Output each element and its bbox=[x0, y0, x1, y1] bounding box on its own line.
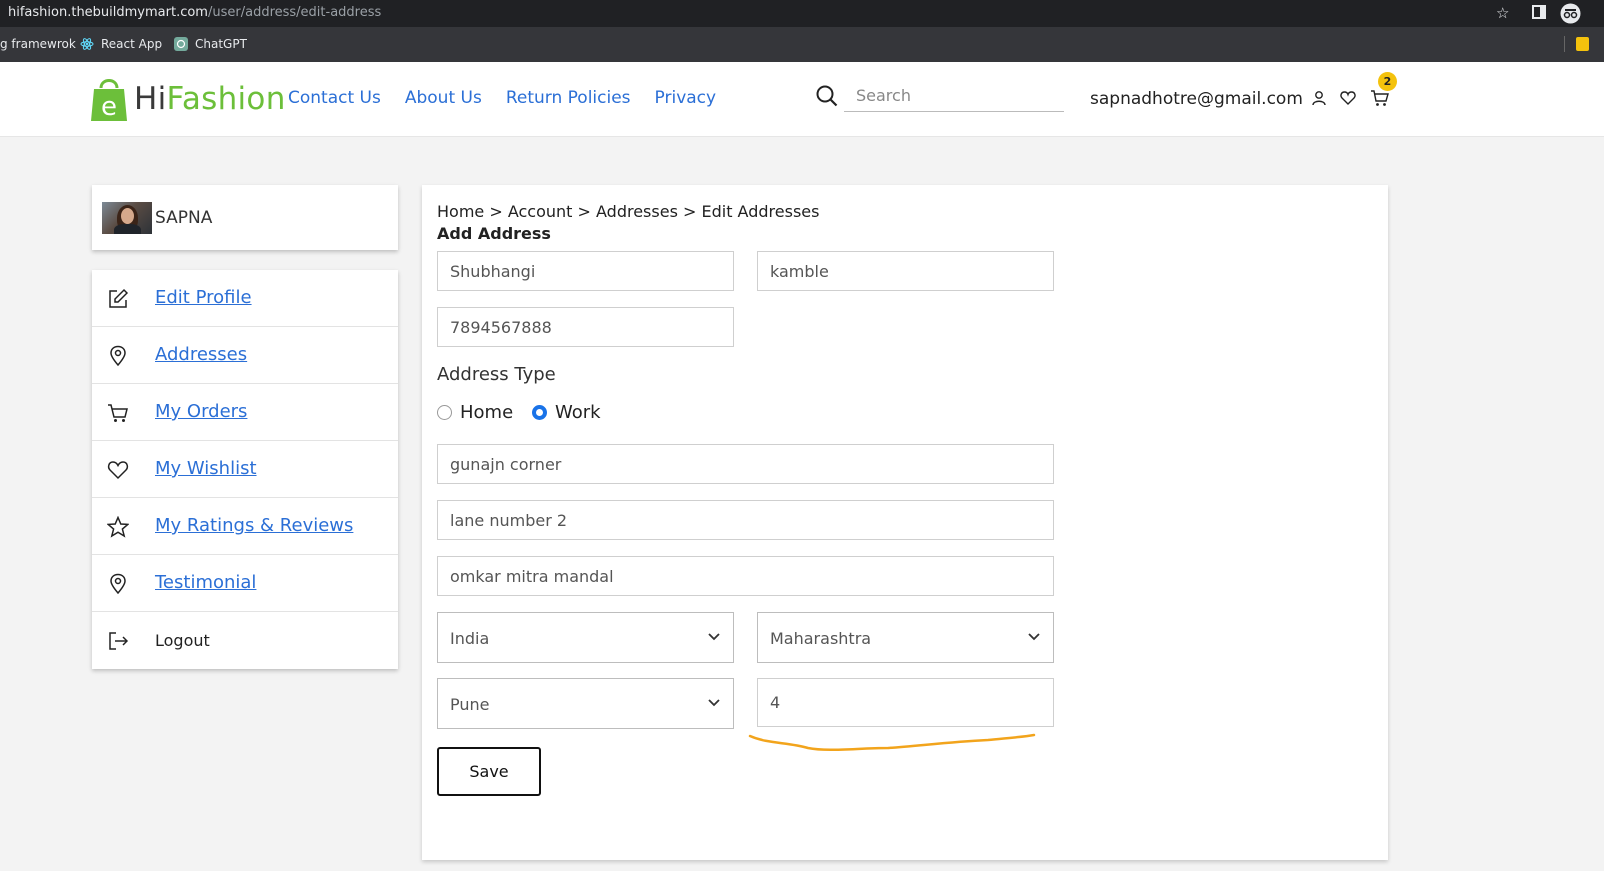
search-bar bbox=[816, 80, 1064, 112]
user-email[interactable]: sapnadhotre@gmail.com bbox=[1090, 89, 1303, 109]
last-name-field[interactable] bbox=[757, 251, 1054, 291]
nav-return-policies[interactable]: Return Policies bbox=[506, 88, 631, 108]
sidebar-item-label[interactable]: Edit Profile bbox=[155, 287, 252, 308]
sidebar-item-label[interactable]: Logout bbox=[155, 631, 210, 650]
cart-icon bbox=[108, 404, 128, 422]
user-profile-card: SAPNA bbox=[92, 185, 398, 250]
nav-about-us[interactable]: About Us bbox=[405, 88, 482, 108]
main-nav: Contact Us About Us Return Policies Priv… bbox=[288, 88, 716, 108]
search-input[interactable] bbox=[844, 80, 1064, 112]
svg-text:e: e bbox=[101, 92, 117, 122]
side-panel-icon[interactable] bbox=[1532, 5, 1546, 23]
nav-privacy[interactable]: Privacy bbox=[655, 88, 717, 108]
folder-icon[interactable] bbox=[1576, 37, 1589, 51]
heart-icon bbox=[107, 461, 129, 480]
chatgpt-icon bbox=[174, 37, 188, 51]
radio-label-home: Home bbox=[460, 402, 514, 423]
address-line1-field[interactable] bbox=[437, 444, 1054, 484]
url-host: hifashion.thebuildmymart.com bbox=[8, 5, 208, 20]
save-button[interactable]: Save bbox=[437, 747, 541, 796]
star-icon bbox=[107, 516, 129, 538]
chevron-down-icon bbox=[1028, 633, 1040, 641]
sidebar-item-my-orders[interactable]: My Orders bbox=[92, 384, 398, 441]
sidebar-item-label[interactable]: My Orders bbox=[155, 401, 247, 422]
site-header: e HiFashion Contact Us About Us Return P… bbox=[0, 62, 1604, 137]
country-value: India bbox=[450, 629, 490, 648]
sidebar-item-addresses[interactable]: Addresses bbox=[92, 327, 398, 384]
search-icon[interactable] bbox=[816, 85, 838, 107]
pincode-field[interactable] bbox=[757, 678, 1054, 727]
cart-icon[interactable] bbox=[1370, 90, 1389, 107]
sidebar-item-label[interactable]: My Wishlist bbox=[155, 458, 257, 479]
incognito-icon[interactable] bbox=[1560, 3, 1581, 28]
chevron-down-icon bbox=[708, 633, 720, 641]
bookmark-framework[interactable]: g framewrok bbox=[0, 37, 76, 51]
country-select[interactable]: India bbox=[437, 612, 734, 663]
browser-url-bar[interactable]: hifashion.thebuildmymart.com/user/addres… bbox=[0, 0, 1604, 27]
react-icon bbox=[80, 38, 94, 50]
nav-contact-us[interactable]: Contact Us bbox=[288, 88, 381, 108]
city-select[interactable]: Pune bbox=[437, 678, 734, 729]
annotation-underline bbox=[748, 733, 1036, 752]
edit-icon bbox=[109, 288, 129, 308]
logout-icon bbox=[109, 632, 129, 650]
radio-selected[interactable] bbox=[532, 405, 547, 420]
bookmark-chatgpt[interactable]: ChatGPT bbox=[174, 37, 247, 51]
bookmarks-bar: g framewrok React App ChatGPT bbox=[0, 27, 1604, 62]
sidebar-item-label[interactable]: Addresses bbox=[155, 344, 247, 365]
url-path: /user/address/edit-address bbox=[207, 5, 382, 20]
user-icon[interactable] bbox=[1311, 90, 1327, 106]
avatar bbox=[102, 202, 152, 234]
account-sidebar-menu: Edit Profile Addresses My Orders My Wish… bbox=[92, 270, 398, 669]
logo-text-fashion: Fashion bbox=[166, 81, 286, 117]
form-title: Add Address bbox=[437, 224, 551, 243]
address-type-work-radio[interactable]: Work bbox=[532, 402, 601, 423]
state-select[interactable]: Maharashtra bbox=[757, 612, 1054, 663]
hifashion-logo[interactable]: e HiFashion bbox=[90, 74, 286, 124]
sidebar-item-logout[interactable]: Logout bbox=[92, 612, 398, 669]
url-text[interactable]: hifashion.thebuildmymart.com/user/addres… bbox=[8, 5, 381, 20]
cart-count-badge: 2 bbox=[1378, 72, 1397, 91]
sidebar-item-testimonial[interactable]: Testimonial bbox=[92, 555, 398, 612]
wishlist-heart-icon[interactable] bbox=[1340, 90, 1356, 106]
state-value: Maharashtra bbox=[770, 629, 872, 648]
sidebar-item-edit-profile[interactable]: Edit Profile bbox=[92, 270, 398, 327]
sidebar-item-my-wishlist[interactable]: My Wishlist bbox=[92, 441, 398, 498]
phone-field[interactable] bbox=[437, 307, 734, 347]
address-type-label: Address Type bbox=[437, 364, 556, 385]
chevron-down-icon bbox=[708, 699, 720, 707]
city-value: Pune bbox=[450, 695, 490, 714]
address-type-home-radio[interactable]: Home bbox=[437, 402, 513, 423]
landmark-field[interactable] bbox=[437, 556, 1054, 596]
bookmark-star-icon[interactable]: ☆ bbox=[1496, 4, 1509, 22]
location-pin-icon bbox=[110, 573, 126, 595]
bookmark-react-app[interactable]: React App bbox=[80, 37, 162, 51]
radio-label-work: Work bbox=[555, 402, 601, 423]
sidebar-item-my-ratings-reviews[interactable]: My Ratings & Reviews bbox=[92, 498, 398, 555]
location-pin-icon bbox=[110, 345, 126, 367]
address-line2-field[interactable] bbox=[437, 500, 1054, 540]
logo-text-hi: Hi bbox=[134, 81, 167, 117]
breadcrumb: Home > Account > Addresses > Edit Addres… bbox=[437, 202, 820, 221]
radio-unselected[interactable] bbox=[437, 405, 452, 420]
first-name-field[interactable] bbox=[437, 251, 734, 291]
username: SAPNA bbox=[155, 208, 213, 228]
bookmark-divider bbox=[1564, 36, 1565, 52]
sidebar-item-label[interactable]: My Ratings & Reviews bbox=[155, 515, 353, 536]
sidebar-item-label[interactable]: Testimonial bbox=[155, 572, 256, 593]
shopping-bag-logo-icon: e bbox=[91, 79, 127, 122]
